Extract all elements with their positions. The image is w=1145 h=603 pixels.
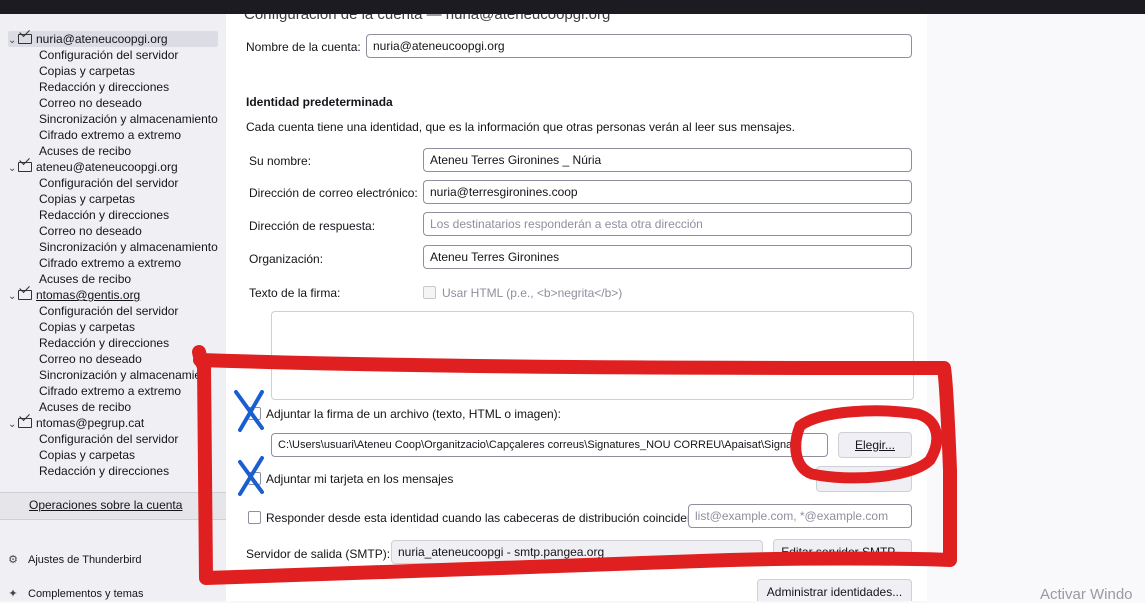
- puzzle-icon: ✦: [8, 588, 18, 600]
- choose-file-label: Elegir...: [854, 438, 896, 452]
- reply-identity-checkbox[interactable]: [248, 511, 261, 524]
- edit-vcard-button[interactable]: [816, 466, 912, 492]
- sidebar-item-copies-folders[interactable]: Copias y carpetas: [39, 63, 135, 79]
- smtp-select[interactable]: nuria_ateneucoopgi - smtp.pangea.org ⌄: [391, 540, 763, 564]
- expand-chevron-icon[interactable]: ⌄: [8, 417, 18, 433]
- account-operations-button[interactable]: Operaciones sobre la cuenta ⌄: [0, 492, 226, 520]
- reply-to-label: Dirección de respuesta:: [249, 219, 376, 233]
- attach-signature-label: Adjuntar la firma de un archivo (texto, …: [266, 407, 562, 421]
- use-html-checkbox[interactable]: [423, 286, 436, 299]
- account-sidebar: ⌄ nuria@ateneucoopgi.org Configuración de…: [0, 14, 226, 601]
- signature-text-label: Texto de la firma:: [249, 286, 341, 300]
- page-title: Configuración de la cuenta — nuria@atene…: [244, 14, 611, 23]
- sidebar-item-composition[interactable]: Redacción y direcciones: [39, 335, 169, 351]
- sidebar-item-receipts[interactable]: Acuses de recibo: [39, 143, 131, 159]
- account-item-nuria[interactable]: ⌄ nuria@ateneucoopgi.org: [8, 31, 218, 47]
- sidebar-item-junk[interactable]: Correo no deseado: [39, 223, 142, 239]
- account-name: nuria@ateneucoopgi.org: [36, 32, 168, 46]
- identity-heading: Identidad predeterminada: [246, 95, 393, 109]
- window-top-bar: [0, 0, 1145, 14]
- sidebar-item-sync-storage[interactable]: Sincronización y almacenamiento: [39, 111, 218, 127]
- sidebar-item-composition[interactable]: Redacción y direcciones: [39, 463, 169, 479]
- mail-account-icon: [18, 418, 32, 428]
- sidebar-item-e2e-encryption[interactable]: Cifrado extremo a extremo: [39, 127, 181, 143]
- account-name: ntomas@gentis.org: [36, 288, 141, 302]
- mail-account-icon: [18, 290, 32, 300]
- addons-themes-link[interactable]: ✦ Complementos y temas: [6, 584, 144, 601]
- sidebar-item-server-settings[interactable]: Configuración del servidor: [39, 303, 178, 319]
- sidebar-item-composition[interactable]: Redacción y direcciones: [39, 79, 169, 95]
- sidebar-item-junk[interactable]: Correo no deseado: [39, 351, 142, 367]
- sidebar-item-receipts[interactable]: Acuses de recibo: [39, 399, 131, 415]
- choose-file-button[interactable]: Elegir...: [838, 432, 912, 458]
- sidebar-item-server-settings[interactable]: Configuración del servidor: [39, 175, 178, 191]
- expand-chevron-icon[interactable]: ⌄: [8, 289, 18, 305]
- windows-activation-watermark: Activar Windo: [1040, 586, 1133, 603]
- chevron-down-icon: ⌄: [196, 498, 206, 510]
- reply-identity-input[interactable]: list@example.com, *@example.com: [688, 504, 912, 528]
- sidebar-item-server-settings[interactable]: Configuración del servidor: [39, 431, 178, 447]
- smtp-value: nuria_ateneucoopgi - smtp.pangea.org: [398, 545, 605, 559]
- sidebar-item-composition[interactable]: Redacción y direcciones: [39, 207, 169, 223]
- smtp-label: Servidor de salida (SMTP):: [246, 547, 391, 561]
- edit-smtp-button[interactable]: Editar servidor SMTP...: [773, 539, 912, 565]
- attach-vcard-checkbox[interactable]: [248, 472, 261, 485]
- thunderbird-settings-link[interactable]: ⚙ Ajustes de Thunderbird: [6, 550, 142, 570]
- organization-input[interactable]: Ateneu Terres Gironines: [423, 245, 912, 269]
- sidebar-item-sync-storage[interactable]: Sincronización y almacenamiento: [39, 239, 218, 255]
- sidebar-item-sync-storage[interactable]: Sincronización y almacenamie: [39, 367, 201, 383]
- reply-identity-label: Responder desde esta identidad cuando la…: [266, 511, 697, 525]
- sidebar-item-copies-folders[interactable]: Copias y carpetas: [39, 447, 135, 463]
- account-item-ateneu[interactable]: ⌄ ateneu@ateneucoopgi.org: [8, 159, 178, 175]
- email-label: Dirección de correo electrónico:: [249, 186, 418, 200]
- signature-file-input[interactable]: C:\Users\usuari\Ateneu Coop\Organitzacio…: [271, 433, 828, 457]
- identity-description: Cada cuenta tiene una identidad, que es …: [246, 120, 796, 134]
- email-input[interactable]: nuria@terresgironines.coop: [423, 180, 912, 204]
- sidebar-item-receipts[interactable]: Acuses de recibo: [39, 271, 131, 287]
- account-operations-label: Operaciones sobre la cuenta: [29, 498, 183, 512]
- mail-account-icon: [18, 162, 32, 172]
- attach-vcard-label: Adjuntar mi tarjeta en los mensajes: [266, 472, 454, 486]
- account-name-input[interactable]: nuria@ateneucoopgi.org: [366, 34, 912, 58]
- account-name: ateneu@ateneucoopgi.org: [36, 160, 178, 174]
- chevron-down-icon: ⌄: [741, 545, 752, 559]
- right-background: [927, 14, 1145, 601]
- expand-chevron-icon[interactable]: ⌄: [8, 33, 18, 49]
- sidebar-item-server-settings[interactable]: Configuración del servidor: [39, 47, 178, 63]
- your-name-label: Su nombre:: [249, 154, 312, 168]
- sidebar-item-e2e-encryption[interactable]: Cifrado extremo a extremo: [39, 255, 181, 271]
- manage-identities-button[interactable]: Administrar identidades...: [757, 579, 912, 601]
- thunderbird-settings-label: Ajustes de Thunderbird: [28, 554, 142, 566]
- account-name-label: Nombre de la cuenta:: [246, 40, 361, 54]
- account-item-ntomas-pegrup[interactable]: ⌄ ntomas@pegrup.cat: [8, 415, 144, 431]
- sidebar-item-copies-folders[interactable]: Copias y carpetas: [39, 191, 135, 207]
- account-item-ntomas-gentis[interactable]: ⌄ ntomas@gentis.org: [8, 287, 140, 303]
- addons-themes-label: Complementos y temas: [28, 588, 144, 600]
- sidebar-item-junk[interactable]: Correo no deseado: [39, 95, 142, 111]
- mail-account-icon: [18, 34, 32, 44]
- attach-signature-checkbox[interactable]: [248, 407, 261, 420]
- sidebar-item-copies-folders[interactable]: Copias y carpetas: [39, 319, 135, 335]
- use-html-label: Usar HTML (p.e., <b>negrita</b>): [442, 286, 623, 300]
- account-name: ntomas@pegrup.cat: [36, 416, 145, 430]
- expand-chevron-icon[interactable]: ⌄: [8, 161, 18, 177]
- your-name-input[interactable]: Ateneu Terres Gironines _ Núria: [423, 148, 912, 172]
- gear-icon: ⚙: [8, 554, 18, 566]
- signature-textarea[interactable]: [271, 311, 914, 400]
- reply-to-input[interactable]: Los destinatarios responderán a esta otr…: [423, 212, 912, 236]
- organization-label: Organización:: [249, 252, 324, 266]
- sidebar-item-e2e-encryption[interactable]: Cifrado extremo a extremo: [39, 383, 181, 399]
